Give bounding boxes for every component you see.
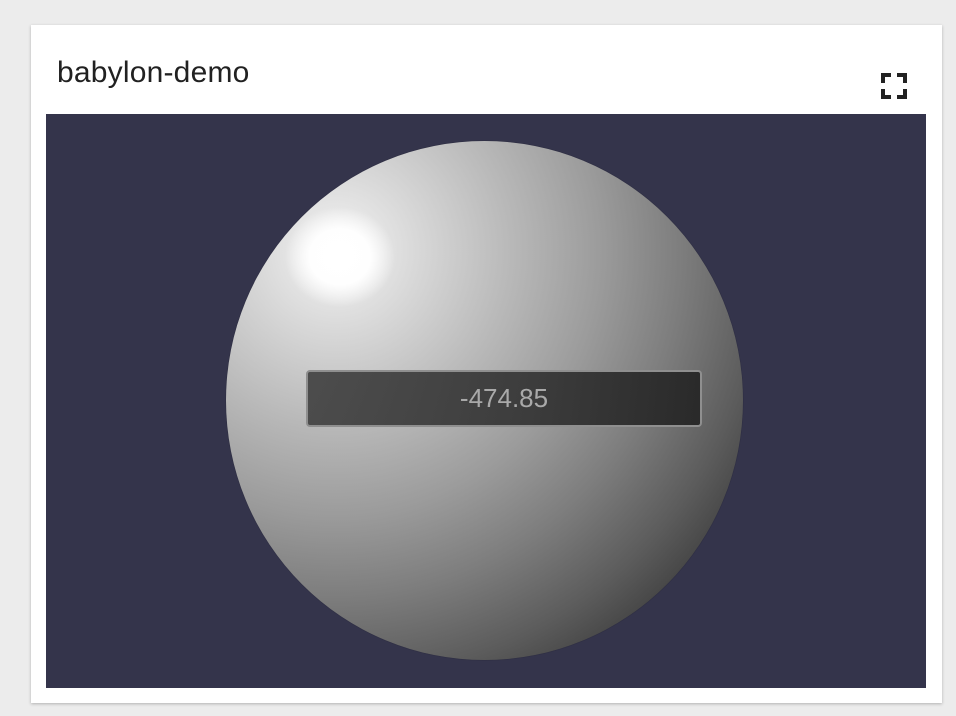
fullscreen-icon (881, 73, 907, 99)
value-display: -474.85 (306, 370, 702, 427)
widget-title: babylon-demo (57, 56, 250, 89)
babylon-canvas[interactable]: -474.85 (46, 114, 926, 688)
widget-card: babylon-demo -474.85 (31, 25, 942, 703)
fullscreen-button[interactable] (878, 70, 910, 102)
